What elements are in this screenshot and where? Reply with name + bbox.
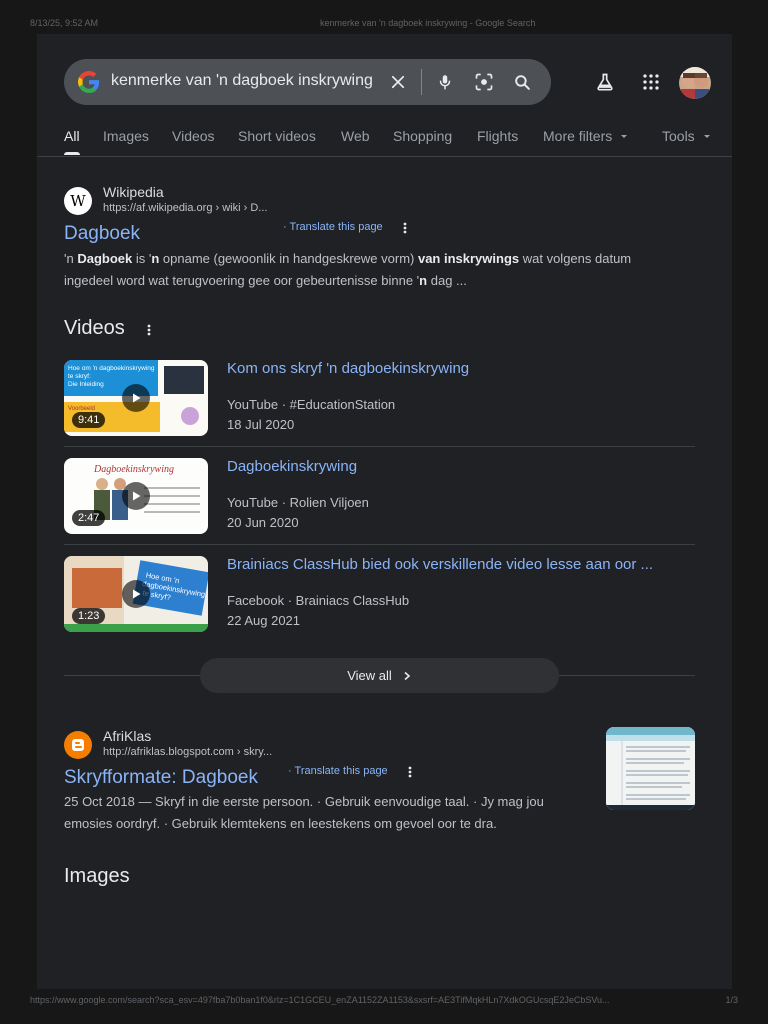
video-date: 20 Jun 2020: [227, 515, 299, 530]
search-icon[interactable]: [510, 70, 534, 94]
dropdown-arrow-icon: [621, 135, 628, 138]
thumb-text: Hoe om 'n dagboekinskrywing: [68, 365, 155, 372]
account-avatar[interactable]: [679, 67, 711, 99]
translate-label: Translate this page: [294, 765, 388, 777]
result-title[interactable]: Dagboek: [64, 223, 140, 245]
play-icon: [122, 580, 150, 608]
result-date: 25 Oct 2018: [64, 794, 135, 809]
video-title[interactable]: Kom ons skryf 'n dagboekinskrywing: [227, 360, 469, 377]
tools-label: Tools: [662, 128, 695, 144]
site-name: AfriKlas: [103, 728, 152, 744]
video-title[interactable]: Brainiacs ClassHub bied ook verskillende…: [227, 556, 653, 573]
site-name: Wikipedia: [103, 184, 164, 200]
tab-shopping[interactable]: Shopping: [393, 128, 452, 144]
video-duration: 2:47: [72, 510, 106, 526]
images-heading: Images: [64, 865, 130, 887]
translate-link[interactable]: · Translate this page: [283, 221, 383, 233]
view-all-button[interactable]: View all: [200, 658, 559, 693]
video-source: YouTube · Rolien Viljoen: [227, 495, 369, 510]
result-snippet: 'n Dagboek is 'n opname (gewoonlik in ha…: [64, 248, 694, 292]
print-header: 8/13/25, 9:52 AM kenmerke van 'n dagboek…: [30, 18, 738, 30]
video-item[interactable]: Dagboekinskrywing 2:47 Dagboekinskrywing…: [64, 458, 695, 550]
videos-heading: Videos: [64, 317, 125, 339]
result-thumbnail[interactable]: [606, 727, 695, 810]
tab-flights[interactable]: Flights: [477, 128, 518, 144]
print-date: 8/13/25, 9:52 AM: [30, 18, 99, 28]
thumb-text: Dagboekinskrywing: [93, 464, 174, 475]
search-tabs: All Images Videos Short videos Web Shopp…: [64, 128, 724, 154]
video-divider: [64, 544, 695, 545]
microphone-icon[interactable]: [433, 70, 457, 94]
print-title: kenmerke van 'n dagboek inskrywing - Goo…: [320, 18, 536, 28]
dropdown-arrow-icon: [703, 135, 710, 138]
snippet-line-1: 'n Dagboek is 'n opname (gewoonlik in ha…: [64, 251, 632, 266]
translate-label: Translate this page: [289, 221, 383, 233]
site-url[interactable]: https://af.wikipedia.org › wiki › D...: [103, 202, 267, 214]
print-page-number: 1/3: [725, 995, 738, 1005]
video-item[interactable]: Hoe om 'n dagboekinskrywing te skryf? 1:…: [64, 556, 695, 648]
result-options-icon[interactable]: [398, 221, 412, 235]
wikipedia-favicon-icon: W: [64, 187, 92, 215]
search-results-page: kenmerke van 'n dagboek inskrywing All I…: [37, 34, 732, 989]
google-logo-icon: [78, 71, 100, 93]
lens-camera-icon[interactable]: [472, 70, 496, 94]
search-bar[interactable]: kenmerke van 'n dagboek inskrywing: [64, 59, 551, 105]
video-date: 18 Jul 2020: [227, 417, 295, 432]
videos-options-icon[interactable]: [142, 323, 156, 337]
translate-link[interactable]: · Translate this page: [288, 765, 388, 777]
search-bar-divider: [421, 69, 422, 95]
thumb-text: Die Inleiding: [68, 381, 104, 388]
active-tab-indicator: [64, 152, 80, 155]
video-source: Facebook · Brainiacs ClassHub: [227, 593, 410, 608]
more-filters-label: More filters: [543, 128, 613, 144]
thumb-text: te skryf:: [68, 373, 91, 380]
snippet-line-1: 25 Oct 2018 — Skryf in die eerste persoo…: [64, 794, 544, 809]
video-duration: 9:41: [72, 412, 106, 428]
print-footer: https://www.google.com/search?sca_esv=49…: [30, 995, 738, 1007]
play-icon: [122, 384, 150, 412]
site-url[interactable]: http://afriklas.blogspot.com › skry...: [103, 746, 272, 758]
snippet-line-2: ingedeel word wat terugvoering gee oor g…: [64, 273, 467, 288]
snippet-line-2: emosies oordryf. · Gebruik klemtekens en…: [64, 816, 497, 831]
clear-icon[interactable]: [386, 70, 410, 94]
play-icon: [122, 482, 150, 510]
tab-web[interactable]: Web: [341, 128, 370, 144]
google-apps-icon[interactable]: [639, 70, 663, 94]
tab-more-filters[interactable]: More filters: [543, 128, 629, 144]
result-snippet: 25 Oct 2018 — Skryf in die eerste persoo…: [64, 791, 594, 835]
search-input[interactable]: kenmerke van 'n dagboek inskrywing: [111, 72, 373, 90]
chevron-right-icon: [404, 671, 410, 680]
video-date: 22 Aug 2021: [227, 613, 301, 628]
video-item[interactable]: Hoe om 'n dagboekinskrywing te skryf: Di…: [64, 360, 695, 452]
search-labs-flask-icon[interactable]: [593, 70, 617, 94]
video-source: YouTube · #EducationStation: [227, 397, 396, 412]
print-url: https://www.google.com/search?sca_esv=49…: [30, 995, 610, 1005]
tab-tools[interactable]: Tools: [662, 128, 712, 144]
tab-images[interactable]: Images: [103, 128, 149, 144]
tabs-divider: [37, 156, 732, 157]
video-divider: [64, 446, 695, 447]
video-thumbnail[interactable]: Hoe om 'n dagboekinskrywing te skryf: Di…: [64, 360, 208, 436]
video-title[interactable]: Dagboekinskrywing: [227, 458, 357, 475]
tab-videos[interactable]: Videos: [172, 128, 215, 144]
tab-short-videos[interactable]: Short videos: [238, 128, 316, 144]
blogger-favicon-icon: [64, 731, 92, 759]
tab-all[interactable]: All: [64, 128, 80, 144]
video-thumbnail[interactable]: Hoe om 'n dagboekinskrywing te skryf? 1:…: [64, 556, 208, 632]
video-duration: 1:23: [72, 608, 106, 624]
video-thumbnail[interactable]: Dagboekinskrywing 2:47: [64, 458, 208, 534]
result-title[interactable]: Skryfformate: Dagboek: [64, 767, 258, 789]
result-options-icon[interactable]: [403, 765, 417, 779]
view-all-label: View all: [347, 668, 392, 683]
